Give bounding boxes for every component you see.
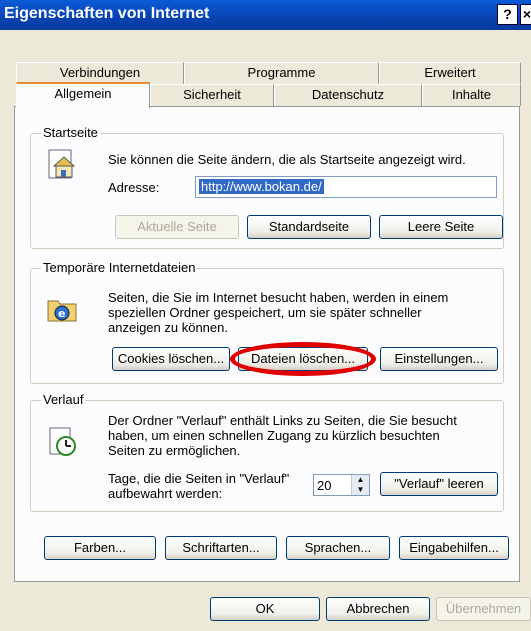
temp-files-folder-icon: e bbox=[47, 300, 77, 322]
clear-history-button[interactable]: "Verlauf" leeren bbox=[380, 472, 498, 496]
red-highlight-circle bbox=[230, 342, 376, 376]
tab-row-front: Allgemein Sicherheit Datenschutz Inhalte bbox=[16, 82, 521, 108]
tab-verbindungen[interactable]: Verbindungen bbox=[16, 62, 184, 84]
temp-line1: Seiten, die Sie im Internet besucht habe… bbox=[108, 290, 449, 305]
tab-erweitert[interactable]: Erweitert bbox=[379, 62, 521, 84]
home-page-icon bbox=[48, 149, 76, 179]
languages-button[interactable]: Sprachen... bbox=[286, 536, 390, 560]
tab-allgemein[interactable]: Allgemein bbox=[16, 82, 150, 108]
address-input[interactable]: http://www.bokan.de/ bbox=[195, 176, 497, 198]
fonts-button[interactable]: Schriftarten... bbox=[165, 536, 277, 560]
accessibility-button[interactable]: Eingabehilfen... bbox=[399, 536, 509, 560]
history-days-value: 20 bbox=[317, 478, 332, 493]
history-line2: haben, um einen schnellen Zugang zu kürz… bbox=[108, 428, 440, 443]
startseite-legend: Startseite bbox=[41, 125, 100, 140]
cancel-button[interactable]: Abbrechen bbox=[326, 597, 430, 621]
spinner-arrows-icon[interactable]: ▲ ▼ bbox=[351, 475, 369, 495]
history-icon bbox=[49, 427, 76, 456]
history-line1: Der Ordner "Verlauf" enthält Links zu Se… bbox=[108, 413, 457, 428]
blank-page-button[interactable]: Leere Seite bbox=[379, 215, 503, 239]
tab-programme[interactable]: Programme bbox=[184, 62, 379, 84]
tab-datenschutz[interactable]: Datenschutz bbox=[274, 84, 422, 106]
settings-button[interactable]: Einstellungen... bbox=[380, 347, 498, 371]
history-line3: Seiten zu ermöglichen. bbox=[108, 443, 241, 458]
address-label: Adresse: bbox=[108, 180, 160, 195]
delete-cookies-button[interactable]: Cookies löschen... bbox=[112, 347, 230, 371]
temp-line3: anzeigen zu können. bbox=[108, 320, 228, 335]
default-page-button[interactable]: Standardseite bbox=[247, 215, 371, 239]
temp-line2: speziellen Ordner gespeichert, um sie sp… bbox=[108, 305, 422, 320]
svg-text:e: e bbox=[58, 307, 65, 320]
current-page-button[interactable]: Aktuelle Seite bbox=[115, 215, 239, 239]
close-button[interactable]: × bbox=[520, 4, 531, 25]
history-legend: Verlauf bbox=[41, 392, 86, 407]
colors-button[interactable]: Farben... bbox=[44, 536, 156, 560]
tab-row-back: Verbindungen Programme Erweitert bbox=[16, 62, 521, 84]
window-title: Eigenschaften von Internet bbox=[4, 5, 210, 22]
ok-button[interactable]: OK bbox=[210, 597, 320, 621]
title-bar: Eigenschaften von Internet ? × bbox=[0, 0, 531, 30]
tab-inhalte[interactable]: Inhalte bbox=[422, 84, 521, 106]
temp-files-legend: Temporäre Internetdateien bbox=[41, 260, 198, 275]
history-days-label-1: Tage, die die Seiten in "Verlauf" bbox=[108, 471, 290, 486]
address-value: http://www.bokan.de/ bbox=[199, 179, 324, 194]
history-days-label-2: aufbewahrt werden: bbox=[108, 486, 223, 501]
help-button[interactable]: ? bbox=[497, 4, 518, 25]
tab-sicherheit[interactable]: Sicherheit bbox=[150, 84, 274, 106]
startseite-description: Sie können die Seite ändern, die als Sta… bbox=[108, 152, 466, 167]
apply-button[interactable]: Übernehmen bbox=[436, 597, 531, 621]
history-days-spinner[interactable]: 20 ▲ ▼ bbox=[313, 474, 370, 496]
